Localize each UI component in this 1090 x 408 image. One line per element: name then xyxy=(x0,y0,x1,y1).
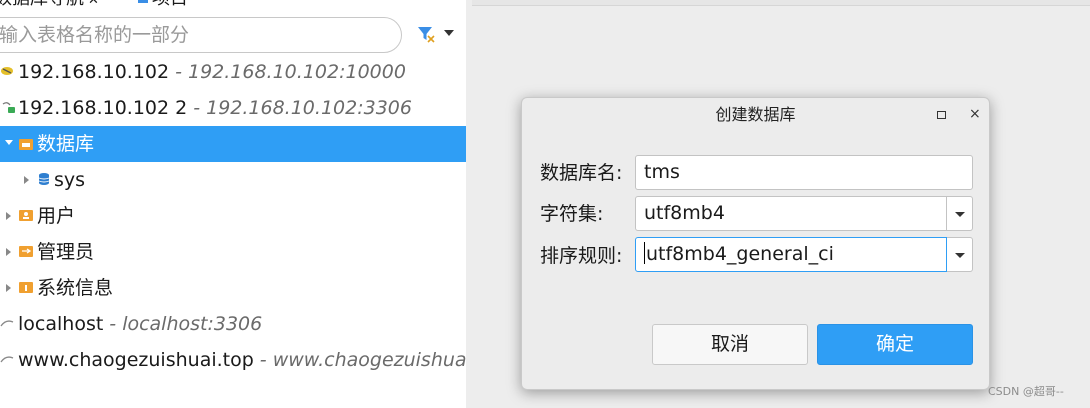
tree-item-database[interactable]: sys xyxy=(0,162,466,198)
dialog-title: 创建数据库 xyxy=(715,105,796,124)
close-icon[interactable]: × xyxy=(969,104,981,124)
expand-arrow-icon[interactable] xyxy=(6,212,11,220)
hive-connection-icon xyxy=(1,67,13,75)
collation-value: utf8mb4_general_ci xyxy=(646,243,834,265)
watermark: CSDN @超哥-- xyxy=(988,385,1064,398)
tree-item-host: - localhost:3306 xyxy=(109,313,263,335)
charset-dropdown-button[interactable] xyxy=(947,196,973,231)
admin-folder-icon xyxy=(19,246,33,257)
tree-item-administer-folder[interactable]: 管理员 xyxy=(0,234,466,270)
charset-value[interactable]: utf8mb4 xyxy=(635,196,947,231)
tree-item-system-info-folder[interactable]: 系统信息 xyxy=(0,270,466,306)
filter-row: 输入表格名称的一部分 xyxy=(0,16,466,54)
collation-dropdown-button[interactable] xyxy=(947,237,973,272)
tree-item-connection[interactable]: localhost - localhost:3306 xyxy=(0,306,466,342)
project-icon xyxy=(138,0,148,3)
tab-label: 项目 xyxy=(152,0,188,9)
create-database-dialog: 创建数据库 × 数据库名: tms 字符集: utf8mb4 排序规则: utf… xyxy=(521,97,990,390)
ok-button[interactable]: 确定 xyxy=(817,324,973,365)
expand-arrow-icon[interactable] xyxy=(24,176,29,184)
tab-close-icon[interactable]: ✕ xyxy=(88,0,99,8)
tree-item-label: 系统信息 xyxy=(37,277,114,299)
database-icon xyxy=(38,173,50,185)
database-name-label: 数据库名: xyxy=(540,162,623,184)
mysql-connection-icon xyxy=(2,102,15,113)
tree-item-host: - 192.168.10.102:10000 xyxy=(175,61,406,83)
mysql-connection-icon xyxy=(0,320,14,327)
tree-item-connection[interactable]: www.chaogezuishuai.top - www.chaogezuishu… xyxy=(0,342,466,378)
tree-item-connection[interactable]: 192.168.10.102 2- 192.168.10.102:3306 xyxy=(0,90,466,126)
tree-item-host: - 192.168.10.102:3306 xyxy=(193,97,412,119)
charset-combo[interactable]: utf8mb4 xyxy=(635,196,973,231)
database-navigator-panel: 数据库导航✕ 项目 输入表格名称的一部分 192.168.10.102- 192… xyxy=(0,0,466,408)
tree-item-label: 192.168.10.102 2 xyxy=(18,97,188,119)
collation-label: 排序规则: xyxy=(540,245,623,267)
tree-item-host: - www.chaogezuishuai.top xyxy=(259,349,466,371)
editor-tab-strip xyxy=(472,0,1090,6)
info-folder-icon xyxy=(19,282,33,293)
folder-icon xyxy=(19,139,33,150)
table-filter-input[interactable]: 输入表格名称的一部分 xyxy=(0,17,402,53)
filter-dropdown-arrow-icon[interactable] xyxy=(444,30,454,36)
tree-item-label: 管理员 xyxy=(37,241,95,263)
navigator-tabs: 数据库导航 ✕ 项目 xyxy=(0,0,466,10)
mysql-connection-icon xyxy=(0,356,14,363)
maximize-icon[interactable] xyxy=(937,111,946,119)
tree-item-label: sys xyxy=(54,169,86,191)
tree-item-users-folder[interactable]: 用户 xyxy=(0,198,466,234)
collation-value-field[interactable]: utf8mb4_general_ci xyxy=(635,237,947,272)
tab-database-navigator[interactable]: 数据库导航 ✕ xyxy=(0,0,99,10)
filter-funnel-icon[interactable] xyxy=(416,24,436,44)
tab-label: 数据库导航 xyxy=(0,0,84,9)
tree-item-label: www.chaogezuishuai.top xyxy=(18,349,254,371)
tab-projects[interactable]: 项目 xyxy=(138,0,188,10)
tree-item-label: 数据库 xyxy=(37,133,95,155)
tree-item-connection[interactable]: 192.168.10.102- 192.168.10.102:10000 xyxy=(0,54,466,90)
expand-arrow-icon[interactable] xyxy=(5,140,13,145)
database-name-input[interactable]: tms xyxy=(635,155,973,190)
tree-item-label: 192.168.10.102 xyxy=(18,61,170,83)
charset-label: 字符集: xyxy=(540,203,604,225)
collation-combo[interactable]: utf8mb4_general_ci xyxy=(635,237,973,272)
tree-item-label: 用户 xyxy=(37,205,76,227)
tree-item-databases-folder[interactable]: 数据库 xyxy=(0,126,466,162)
chevron-down-icon xyxy=(955,253,965,258)
text-caret xyxy=(644,242,645,264)
expand-arrow-icon[interactable] xyxy=(6,284,11,292)
chevron-down-icon xyxy=(955,212,965,217)
users-folder-icon xyxy=(19,210,33,221)
tree-item-label: localhost xyxy=(18,313,104,335)
expand-arrow-icon[interactable] xyxy=(6,248,11,256)
cancel-button[interactable]: 取消 xyxy=(652,324,808,365)
